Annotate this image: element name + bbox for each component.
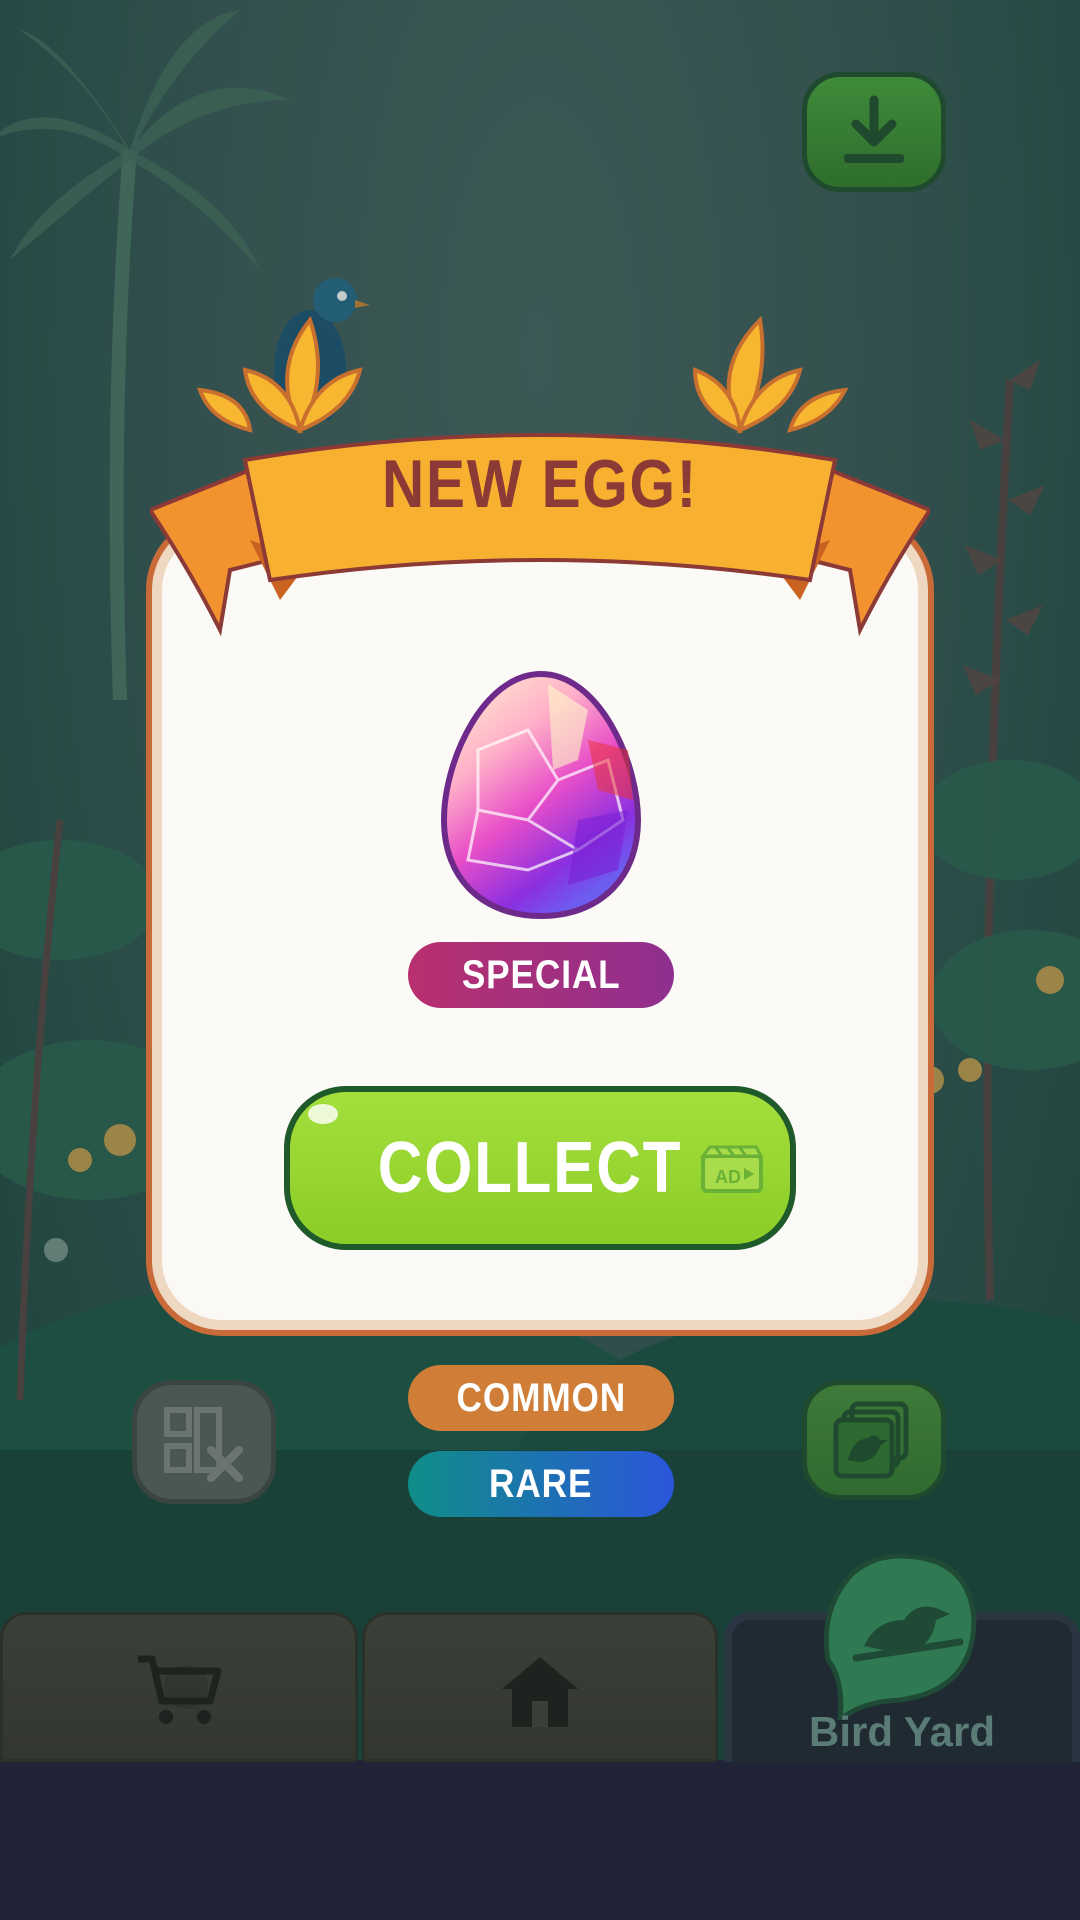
no-ads-button[interactable] <box>132 1380 276 1504</box>
egg-type-common: COMMON <box>408 1365 674 1431</box>
collect-label: COLLECT <box>377 1128 683 1208</box>
popup-title: NEW EGG! <box>382 446 698 522</box>
tab-home[interactable] <box>362 1612 718 1762</box>
download-icon <box>844 95 904 163</box>
home-icon <box>502 1657 578 1727</box>
collect-button[interactable]: COLLECT AD <box>284 1086 796 1250</box>
leaf-decoration <box>197 315 849 435</box>
bird-album-icon <box>833 1401 909 1479</box>
watch-ad-icon: AD <box>700 1145 764 1193</box>
tab-bird-yard-label: Bird Yard <box>809 1708 995 1755</box>
tab-shop[interactable] <box>0 1612 358 1762</box>
no-ads-icon <box>164 1407 243 1482</box>
bird-album-button[interactable] <box>802 1380 946 1500</box>
special-egg-image <box>440 670 642 920</box>
bird-icon <box>823 1553 977 1720</box>
bottom-bar <box>0 1760 1080 1920</box>
download-button[interactable] <box>802 72 946 192</box>
egg-type-badge: SPECIAL <box>408 942 674 1008</box>
egg-type-rare: RARE <box>408 1451 674 1517</box>
cart-icon <box>138 1655 222 1724</box>
ad-badge-text: AD <box>715 1167 741 1187</box>
